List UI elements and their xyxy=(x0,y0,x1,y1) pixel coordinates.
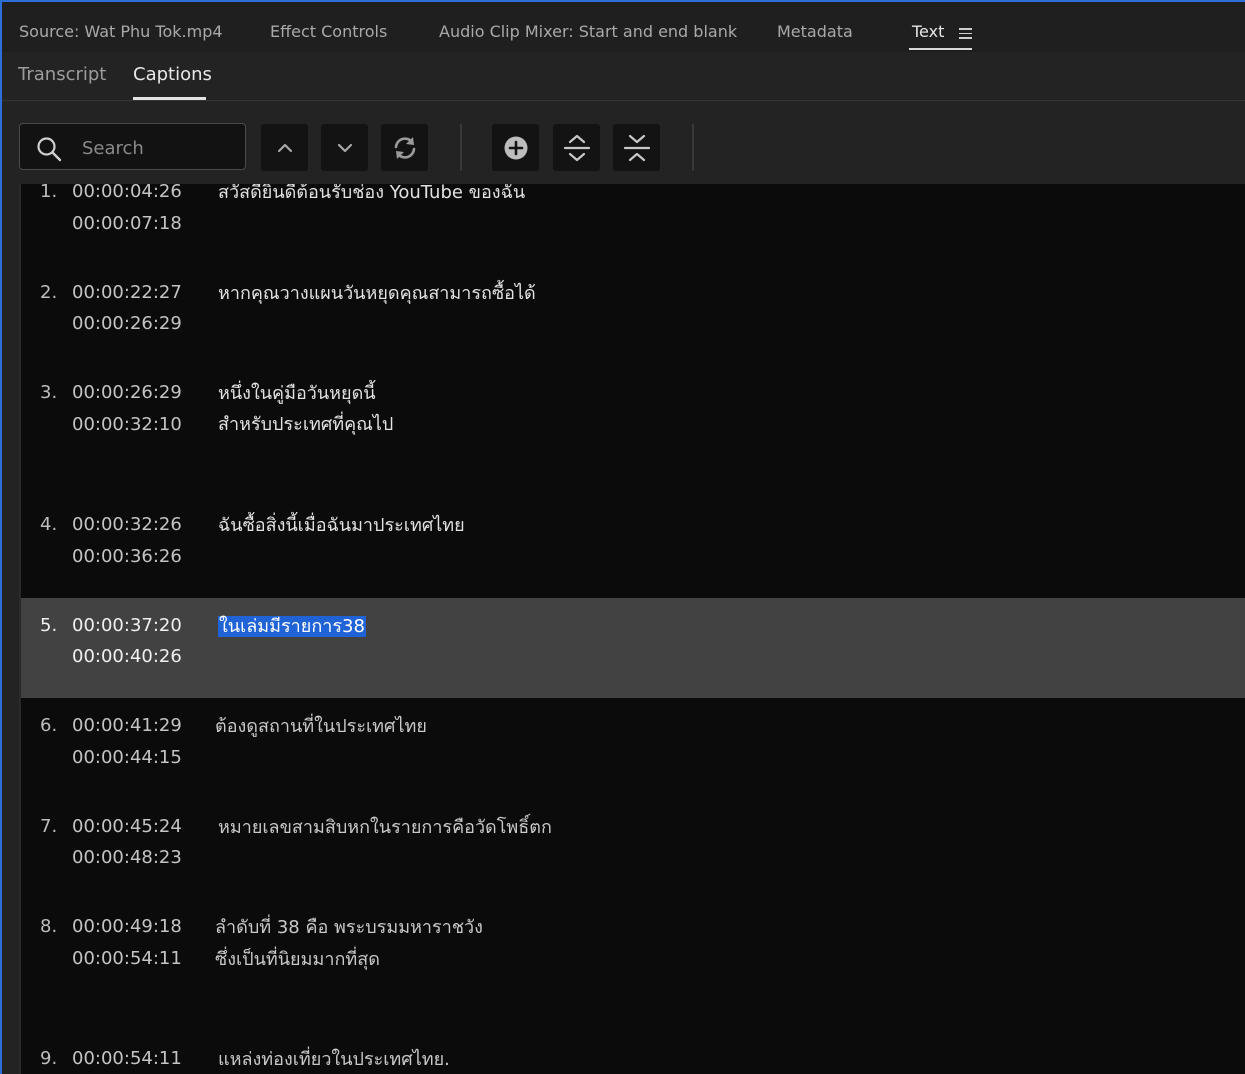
caption-end-time[interactable]: 00:00:32:10 xyxy=(72,412,182,438)
caption-end-time[interactable]: 00:00:36:26 xyxy=(72,544,182,570)
caption-text[interactable]: ต้องดูสถานที่ในประเทศไทย xyxy=(215,711,427,743)
captions-window: Source: Wat Phu Tok.mp4 Effect Controls … xyxy=(0,0,1245,1074)
caption-end-time[interactable]: 00:00:44:15 xyxy=(72,745,182,771)
caption-number: 5. xyxy=(40,615,58,636)
add-caption-button[interactable] xyxy=(492,124,539,171)
caption-row[interactable]: 4. 00:00:32:26 00:00:36:26 ฉันซื้อสิ่งนี… xyxy=(21,506,1245,598)
toolbar-divider xyxy=(460,124,462,171)
tab-audio-clip-mixer[interactable]: Audio Clip Mixer: Start and end blank xyxy=(439,22,737,42)
caption-text[interactable]: ลำดับที่ 38 คือ พระบรมมหาราชวัง xyxy=(215,912,483,944)
caption-start-time[interactable]: 00:00:26:29 xyxy=(72,380,182,406)
merge-captions-button[interactable] xyxy=(613,124,660,171)
search-input[interactable] xyxy=(80,132,239,164)
refresh-icon xyxy=(394,136,415,159)
caption-text[interactable]: แหล่งท่องเที่ยวในประเทศไทย. xyxy=(218,1044,450,1074)
caption-end-time[interactable]: 00:00:40:26 xyxy=(72,644,182,670)
caption-row-selected[interactable]: 5. 00:00:37:20 00:00:40:26 ในเล่มมีรายกา… xyxy=(21,598,1245,698)
caption-number: 1. xyxy=(40,184,58,202)
active-subtab-indicator xyxy=(133,97,206,100)
tab-captions[interactable]: Captions xyxy=(133,63,212,87)
tab-transcript[interactable]: Transcript xyxy=(18,63,106,87)
caption-number: 6. xyxy=(40,715,58,736)
tab-source[interactable]: Source: Wat Phu Tok.mp4 xyxy=(19,22,223,42)
selected-text[interactable]: ในเล่มมีรายการ38 xyxy=(218,616,366,637)
caption-text[interactable]: สำหรับประเทศที่คุณไป xyxy=(218,409,393,441)
caption-text[interactable]: หมายเลขสามสิบหกในรายการคือวัดโพธิ์ตก xyxy=(218,812,552,844)
caption-text[interactable]: ซึ่งเป็นที่นิยมมากที่สุด xyxy=(215,944,380,976)
panel-tab-bar: Source: Wat Phu Tok.mp4 Effect Controls … xyxy=(2,2,1245,52)
caption-start-time[interactable]: 00:00:37:20 xyxy=(72,613,182,639)
caption-row[interactable]: 8. 00:00:49:18 00:00:54:11 ลำดับที่ 38 ค… xyxy=(21,898,1245,1030)
caption-list[interactable]: 1. 00:00:04:26 00:00:07:18 สวัสดียินดีต้… xyxy=(19,184,1245,1074)
caption-row[interactable]: 7. 00:00:45:24 00:00:48:23 หมายเลขสามสิบ… xyxy=(21,798,1245,898)
caption-start-time[interactable]: 00:00:45:24 xyxy=(72,814,182,840)
chevron-up-icon xyxy=(277,143,292,152)
caption-end-time[interactable]: 00:00:26:29 xyxy=(72,311,182,337)
menu-icon[interactable] xyxy=(959,28,972,40)
add-circle-icon xyxy=(504,136,527,159)
previous-button[interactable] xyxy=(261,124,308,171)
caption-row[interactable]: 9. 00:00:54:11 แหล่งท่องเที่ยวในประเทศไท… xyxy=(21,1030,1245,1074)
expand-icon xyxy=(563,134,590,161)
caption-start-time[interactable]: 00:00:32:26 xyxy=(72,512,182,538)
collapse-icon xyxy=(623,134,650,161)
search-icon xyxy=(37,137,62,162)
search-box[interactable] xyxy=(19,123,246,170)
caption-start-time[interactable]: 00:00:41:29 xyxy=(72,713,182,739)
caption-number: 4. xyxy=(40,514,58,535)
caption-number: 2. xyxy=(40,282,58,303)
next-button[interactable] xyxy=(321,124,368,171)
tab-effect-controls[interactable]: Effect Controls xyxy=(270,22,387,42)
caption-text[interactable]: หากคุณวางแผนวันหยุดคุณสามารถซื้อได้ xyxy=(218,278,536,310)
active-tab-indicator xyxy=(909,48,972,50)
toolbar-divider xyxy=(692,124,694,171)
tab-text[interactable]: Text xyxy=(912,22,944,42)
replace-button[interactable] xyxy=(381,124,428,171)
caption-row[interactable]: 3. 00:00:26:29 00:00:32:10 หนึ่งในคู่มือ… xyxy=(21,374,1245,506)
caption-number: 9. xyxy=(40,1048,58,1069)
caption-start-time[interactable]: 00:00:54:11 xyxy=(72,1046,182,1072)
caption-number: 7. xyxy=(40,816,58,837)
caption-text[interactable]: ฉันซื้อสิ่งนี้เมื่อฉันมาประเทศไทย xyxy=(218,510,465,542)
caption-end-time[interactable]: 00:00:48:23 xyxy=(72,845,182,871)
tab-metadata[interactable]: Metadata xyxy=(777,22,853,42)
caption-start-time[interactable]: 00:00:49:18 xyxy=(72,914,182,940)
subtab-bar: Transcript Captions xyxy=(2,52,1245,101)
caption-row[interactable]: 6. 00:00:41:29 00:00:44:15 ต้องดูสถานที่… xyxy=(21,698,1245,798)
caption-number: 3. xyxy=(40,382,58,403)
caption-text[interactable]: หนึ่งในคู่มือวันหยุดนี้ xyxy=(218,378,376,410)
caption-start-time[interactable]: 00:00:04:26 xyxy=(72,184,182,205)
caption-start-time[interactable]: 00:00:22:27 xyxy=(72,280,182,306)
split-caption-button[interactable] xyxy=(553,124,600,171)
chevron-down-icon xyxy=(337,143,352,152)
caption-end-time[interactable]: 00:00:54:11 xyxy=(72,946,182,972)
caption-row[interactable]: 1. 00:00:04:26 00:00:07:18 สวัสดียินดีต้… xyxy=(21,184,1245,274)
caption-number: 8. xyxy=(40,916,58,937)
caption-row[interactable]: 2. 00:00:22:27 00:00:26:29 หากคุณวางแผนว… xyxy=(21,274,1245,374)
caption-text-editing[interactable]: ในเล่มมีรายการ38 xyxy=(218,611,366,643)
caption-text[interactable]: สวัสดียินดีต้อนรับช่อง YouTube ของฉัน xyxy=(218,184,525,209)
caption-end-time[interactable]: 00:00:07:18 xyxy=(72,211,182,237)
